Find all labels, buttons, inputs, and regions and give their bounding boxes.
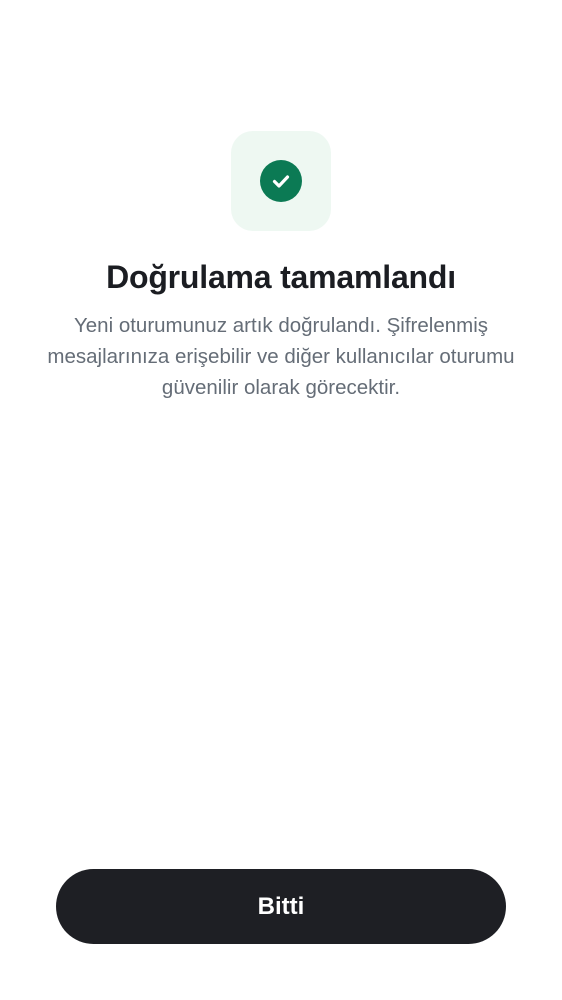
done-button[interactable]: Bitti xyxy=(56,869,506,944)
check-circle-icon xyxy=(260,160,302,202)
verification-description: Yeni oturumunuz artık doğrulandı. Şifrel… xyxy=(47,314,515,399)
page-title: Doğrulama tamamlandı xyxy=(106,259,456,295)
verified-icon-tile xyxy=(231,131,331,231)
